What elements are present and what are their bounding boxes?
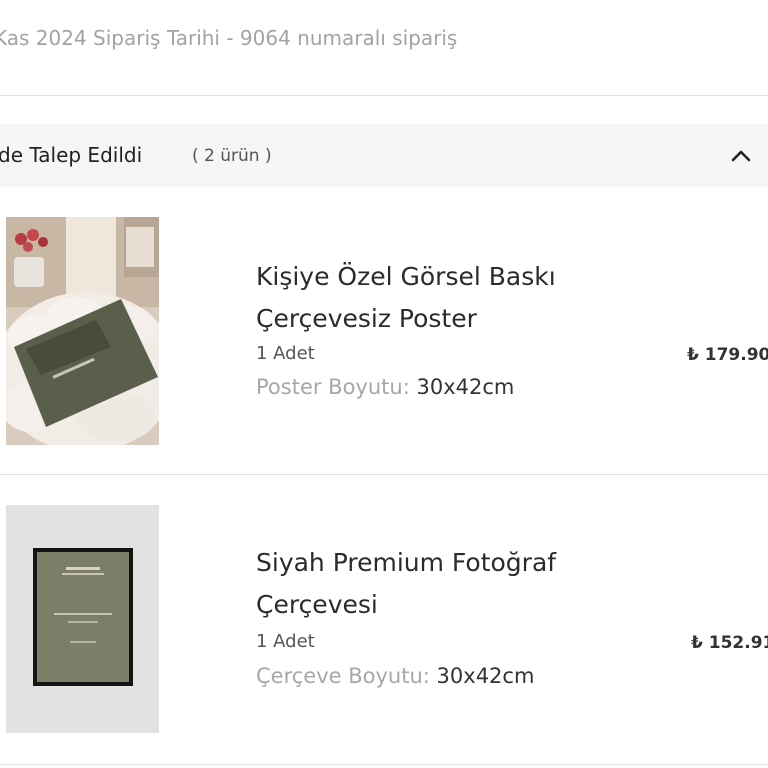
divider	[0, 764, 768, 765]
product-name-line: Siyah Premium Fotoğraf	[256, 548, 557, 577]
order-item: Kişiye Özel Görsel Baskı Çerçevesiz Post…	[0, 187, 768, 475]
option-label: Çerçeve Boyutu:	[256, 664, 430, 688]
product-price: ₺ 152.91	[691, 633, 768, 653]
product-name[interactable]: Kişiye Özel Görsel Baskı Çerçevesiz Post…	[256, 256, 676, 340]
option-label: Poster Boyutu:	[256, 375, 410, 399]
group-item-count: ( 2 ürün )	[192, 146, 272, 166]
group-status-title: de Talep Edildi	[0, 143, 143, 167]
product-quantity: 1 Adet	[256, 631, 315, 652]
order-item: Siyah Premium Fotoğraf Çerçevesi 1 Adet …	[0, 475, 768, 765]
product-name[interactable]: Siyah Premium Fotoğraf Çerçevesi	[256, 542, 676, 626]
chevron-up-icon[interactable]	[729, 144, 753, 168]
divider	[0, 95, 768, 96]
order-group-header[interactable]: de Talep Edildi ( 2 ürün )	[0, 124, 768, 187]
option-value: 30x42cm	[436, 664, 535, 688]
product-image-poster[interactable]	[6, 217, 159, 445]
product-image-frame[interactable]	[6, 505, 159, 733]
product-option: Çerçeve Boyutu: 30x42cm	[256, 664, 534, 688]
product-name-line: Çerçevesiz Poster	[256, 304, 477, 333]
product-name-line: Çerçevesi	[256, 590, 378, 619]
product-name-line: Kişiye Özel Görsel Baskı	[256, 262, 556, 291]
product-option: Poster Boyutu: 30x42cm	[256, 375, 514, 399]
product-quantity: 1 Adet	[256, 343, 315, 364]
product-price: ₺ 179.90	[687, 345, 768, 365]
order-meta: Kas 2024 Sipariş Tarihi - 9064 numaralı …	[0, 26, 458, 50]
option-value: 30x42cm	[416, 375, 515, 399]
